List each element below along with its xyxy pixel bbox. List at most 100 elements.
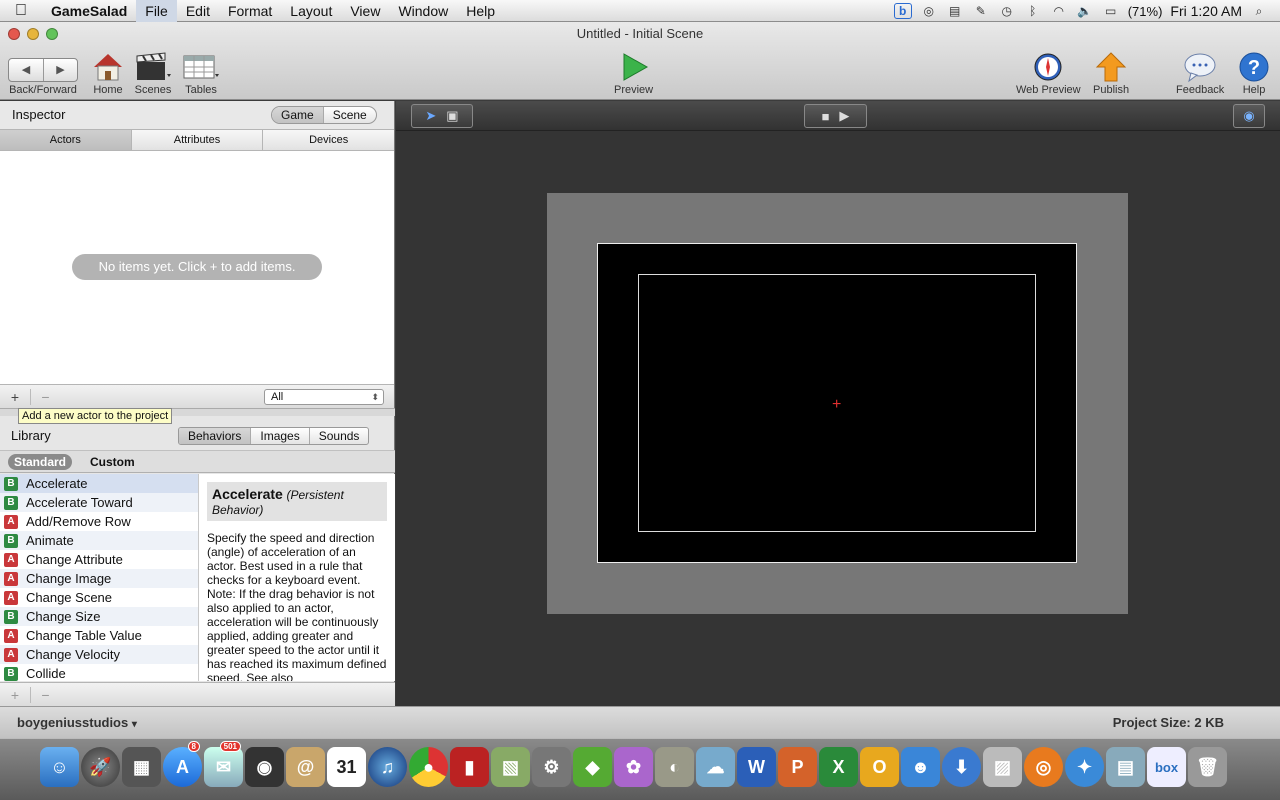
menu-app-name[interactable]: GameSalad (42, 0, 136, 22)
behavior-type-badge: B (4, 609, 18, 624)
seg-scene[interactable]: Scene (322, 107, 376, 123)
tab-attributes[interactable]: Attributes (130, 130, 263, 150)
menu-layout[interactable]: Layout (281, 0, 341, 22)
tab-sounds[interactable]: Sounds (308, 428, 369, 444)
downloader-icon[interactable]: ⬇ (942, 747, 981, 787)
gimp-icon[interactable]: ◐ (655, 747, 694, 787)
menu-file[interactable]: File (136, 0, 177, 22)
script-tray-icon[interactable]: ✎ (972, 3, 990, 19)
tab-devices[interactable]: Devices (262, 130, 395, 150)
dvd-player-icon[interactable]: ▮ (450, 747, 489, 787)
stop-icon[interactable]: ■ (822, 109, 830, 124)
mail-icon[interactable]: ✉ 501 (204, 741, 243, 787)
preview-button[interactable]: Preview (614, 50, 653, 96)
behavior-item[interactable]: B Change Size (0, 607, 198, 626)
tab-actors[interactable]: Actors (0, 130, 131, 150)
play-scene-icon[interactable]: ▶ (839, 108, 849, 124)
seg-game[interactable]: Game (272, 107, 323, 123)
behavior-item[interactable]: B Accelerate (0, 474, 198, 493)
standard-filter[interactable]: Standard (8, 454, 73, 470)
address-book-icon[interactable]: @ (286, 747, 325, 787)
actors-list[interactable]: No items yet. Click + to add items. (0, 151, 394, 384)
excel-icon[interactable]: X (819, 747, 858, 787)
behavior-item[interactable]: B Accelerate Toward (0, 493, 198, 512)
itunes-icon[interactable]: ♫ (368, 747, 407, 787)
remove-actor-button[interactable]: − (30, 388, 60, 405)
custom-filter[interactable]: Custom (90, 455, 135, 469)
time-machine-icon[interactable]: ◷ (998, 3, 1016, 19)
add-actor-button[interactable]: + (0, 389, 30, 405)
chrome-tray-icon[interactable]: ◎ (920, 3, 938, 19)
cloud-app-icon[interactable]: ☁ (696, 747, 735, 787)
menu-help[interactable]: Help (457, 0, 504, 22)
forward-button[interactable]: ▶ (43, 58, 77, 81)
behavior-item[interactable]: B Animate (0, 531, 198, 550)
behavior-item[interactable]: A Change Table Value (0, 626, 198, 645)
behavior-item[interactable]: A Change Scene (0, 588, 198, 607)
outlook-icon[interactable]: O (860, 747, 899, 787)
chrome-icon[interactable]: ● (409, 747, 448, 787)
messenger-icon[interactable]: ☻ (901, 747, 940, 787)
game-app-icon[interactable]: ✿ (614, 747, 653, 787)
powerpoint-icon[interactable]: P (778, 747, 817, 787)
system-preferences-icon[interactable]: ⚙ (532, 747, 571, 787)
scene-canvas[interactable]: + (597, 243, 1077, 563)
add-custom-behavior-button[interactable]: + (0, 687, 30, 703)
camera-tool-icon[interactable]: ▣ (446, 108, 458, 124)
launchpad-icon[interactable]: 🚀 (81, 747, 120, 787)
battery-icon[interactable]: ▭ (1102, 3, 1120, 19)
menu-window[interactable]: Window (389, 0, 457, 22)
clipboard-tray-icon[interactable]: ▤ (946, 3, 964, 19)
documents-folder-icon[interactable]: ▤ (1106, 747, 1145, 787)
mission-control-icon[interactable]: ▦ (122, 747, 161, 787)
safari-icon[interactable]: ✦ (1065, 747, 1104, 787)
facetime-icon[interactable]: ◉ (245, 747, 284, 787)
library-bottom-bar: + − (0, 682, 395, 706)
behavior-item[interactable]: B Collide (0, 664, 198, 681)
publish-button[interactable]: Publish (1093, 50, 1129, 96)
apple-menu-icon[interactable]:  (0, 2, 42, 20)
menu-view[interactable]: View (341, 0, 389, 22)
battery-percent[interactable]: (71%) (1128, 4, 1163, 19)
behavior-label: Change Attribute (26, 552, 123, 567)
behavior-item[interactable]: A Change Attribute (0, 550, 198, 569)
behavior-label: Collide (26, 666, 66, 681)
behavior-label: Change Image (26, 571, 112, 586)
preview-app-icon[interactable]: ▨ (983, 747, 1022, 787)
layers-toggle-button[interactable]: ◉ (1233, 104, 1265, 128)
remove-custom-behavior-button[interactable]: − (30, 686, 60, 703)
word-icon[interactable]: W (737, 747, 776, 787)
volume-icon[interactable]: 🔈 (1076, 3, 1094, 19)
tab-behaviors[interactable]: Behaviors (179, 428, 251, 444)
box-icon[interactable]: box (1147, 747, 1186, 787)
actor-filter-select[interactable]: All (264, 389, 384, 405)
wifi-icon[interactable]: ◠ (1050, 3, 1068, 19)
menu-format[interactable]: Format (219, 0, 281, 22)
blender-icon[interactable]: ◎ (1024, 747, 1063, 787)
bluetooth-icon[interactable]: ᛒ (1024, 3, 1042, 19)
scenes-button[interactable]: Scenes (134, 50, 172, 96)
feedback-button[interactable]: Feedback (1176, 50, 1224, 96)
arrow-tool-icon[interactable]: ➤ (425, 108, 436, 124)
tab-images[interactable]: Images (250, 428, 308, 444)
account-menu[interactable]: boygeniusstudios ▾ (17, 715, 137, 730)
spotlight-search-icon[interactable]: ⌕ (1250, 3, 1268, 19)
back-button[interactable]: ◀ (9, 59, 43, 81)
app-store-icon[interactable]: A8 (163, 741, 202, 787)
finder-icon[interactable]: ☺ (40, 747, 79, 787)
menubar-clock[interactable]: Fri 1:20 AM (1170, 3, 1242, 19)
b-app-tray-icon[interactable]: b (893, 3, 912, 19)
behavior-item[interactable]: A Add/Remove Row (0, 512, 198, 531)
behavior-item[interactable]: A Change Image (0, 569, 198, 588)
home-button[interactable]: Home (92, 50, 124, 96)
web-preview-button[interactable]: Web Preview (1016, 50, 1081, 96)
library-filter-row: Standard Custom (0, 450, 395, 473)
trash-icon[interactable]: 🗑 (1188, 747, 1227, 787)
help-button[interactable]: ? Help (1238, 50, 1270, 96)
gamesalad-icon[interactable]: ◆ (573, 747, 612, 787)
calendar-icon[interactable]: 31 (327, 747, 366, 787)
iphoto-icon[interactable]: ▧ (491, 747, 530, 787)
tables-button[interactable]: Tables (182, 50, 220, 96)
menu-edit[interactable]: Edit (177, 0, 219, 22)
behavior-item[interactable]: A Change Velocity (0, 645, 198, 664)
